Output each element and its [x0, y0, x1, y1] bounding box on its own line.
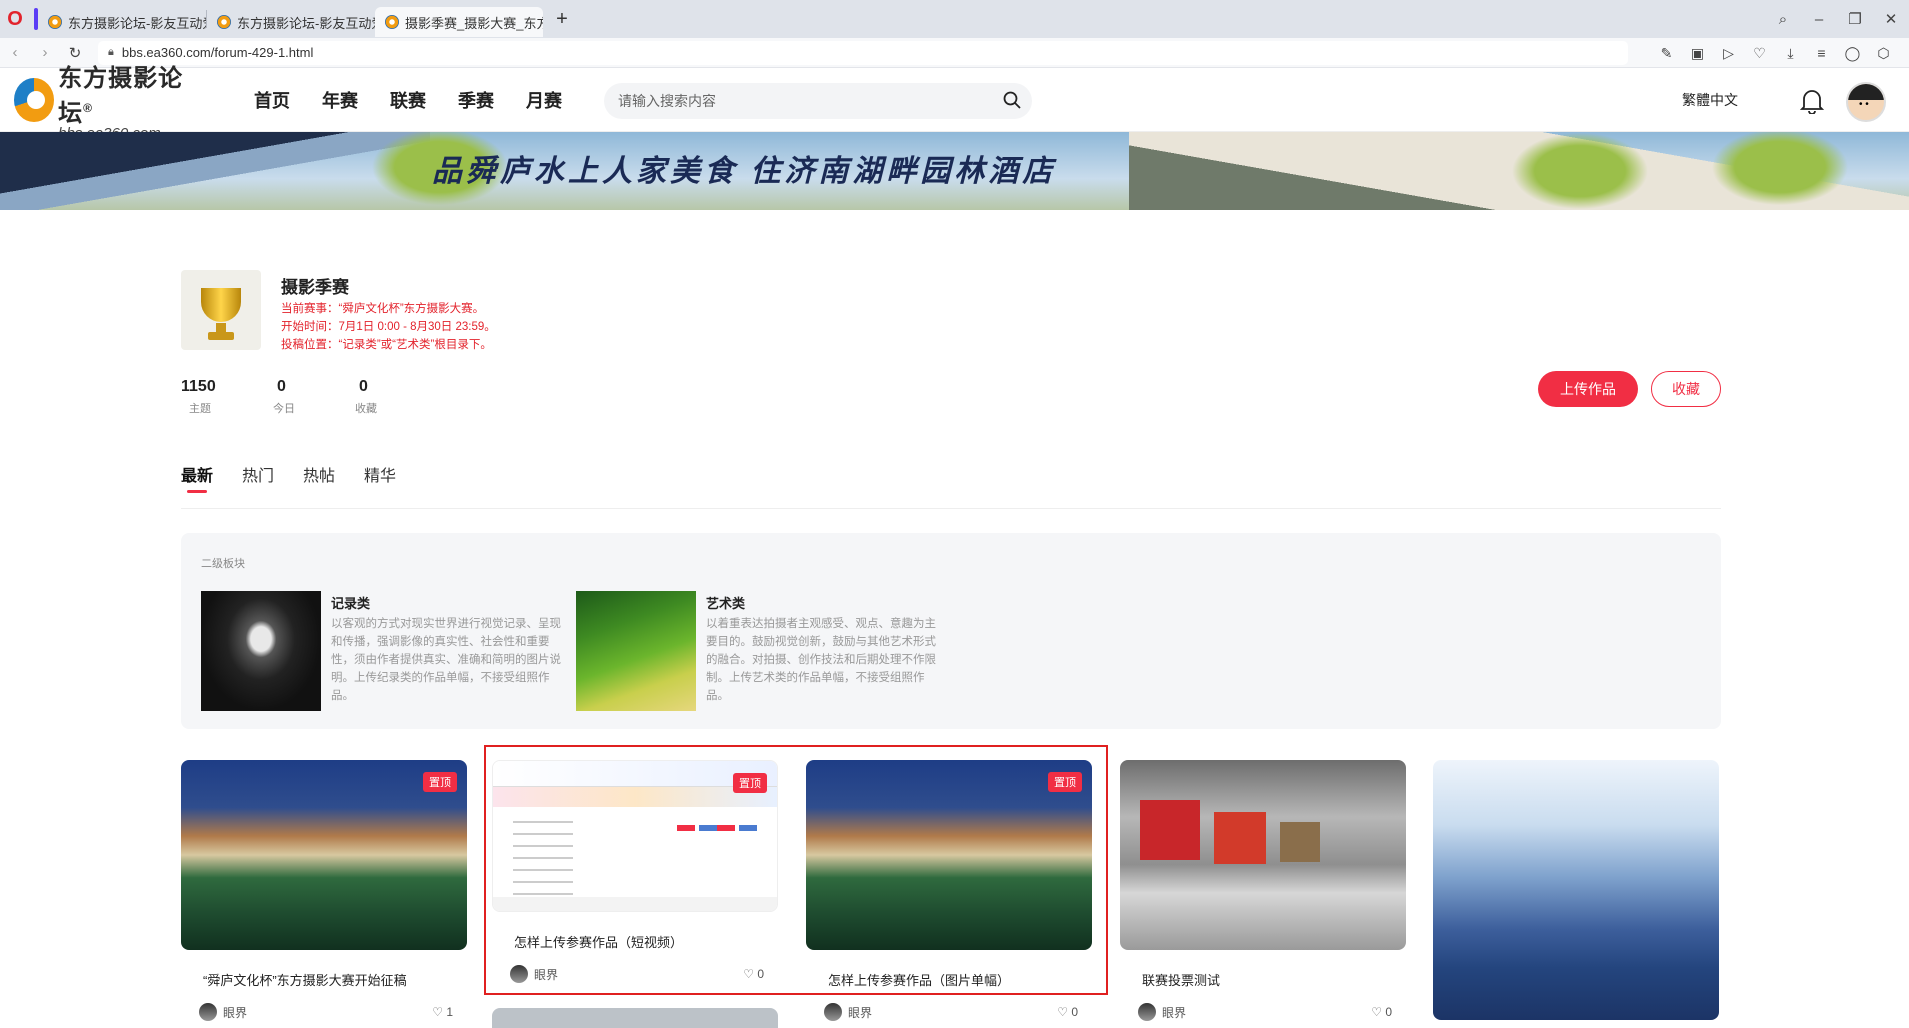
download-icon[interactable]: ⤓ — [1775, 45, 1806, 62]
search-input[interactable]: 请输入搜索内容 — [604, 83, 1032, 119]
like-count[interactable]: ♡ 0 — [1371, 1005, 1392, 1019]
divider — [181, 508, 1721, 509]
like-count[interactable]: ♡ 1 — [432, 1005, 453, 1019]
close-icon[interactable]: ✕ — [1873, 10, 1909, 28]
search-icon[interactable] — [1002, 90, 1022, 110]
sub-board-record[interactable]: 记录类 以客观的方式对现实世界进行视觉记录、呈现和传播，强调影像的真实性、社会性… — [201, 591, 561, 711]
author-name[interactable]: 眼界 — [1162, 1004, 1186, 1021]
browser-tab-bar: O 东方摄影论坛-影友互动爱 东方摄影论坛-影友互动爱 摄影季赛_摄影大赛_东方… — [0, 0, 1909, 38]
highlight-box — [484, 745, 1108, 995]
author-avatar[interactable] — [1138, 1003, 1156, 1021]
post-card[interactable]: 置顶 “舜庐文化杯”东方摄影大赛开始征稿 眼界 ♡ 1 — [181, 760, 467, 1021]
post-image[interactable] — [1433, 760, 1719, 1020]
camera-icon[interactable]: ▣ — [1682, 45, 1713, 62]
search-tabs-icon[interactable]: ⌕ — [1765, 11, 1801, 28]
language-switch[interactable]: 繁體中文 — [1682, 90, 1738, 110]
user-avatar[interactable] — [1846, 82, 1886, 122]
post-card-partial[interactable] — [492, 1008, 778, 1028]
forum-stats: 1150 主题 0 今日 0 收藏 — [181, 378, 427, 416]
extensions-icon[interactable]: ⬡ — [1868, 45, 1899, 62]
upload-button[interactable]: 上传作品 — [1538, 371, 1638, 407]
forum-info: 当前赛事：“舜庐文化杯”东方摄影大赛。 开始时间：7月1日 0:00 - 8月3… — [281, 303, 496, 351]
sub-board-art[interactable]: 艺术类 以着重表达拍摄者主观感受、观点、意趣为主要目的。鼓励视觉创新，鼓励与其他… — [576, 591, 936, 711]
site-favicon-icon — [217, 15, 231, 29]
profile-icon[interactable]: ◯ — [1837, 45, 1868, 62]
minimize-icon[interactable]: – — [1801, 11, 1837, 28]
post-card[interactable]: 联赛投票测试 眼界 ♡ 0 — [1120, 760, 1406, 1021]
bell-icon[interactable] — [1800, 88, 1824, 114]
sort-tabs: 最新 热门 热帖 精华 — [181, 462, 425, 493]
author-avatar[interactable] — [199, 1003, 217, 1021]
nav-monthly[interactable]: 月赛 — [526, 87, 562, 113]
post-card[interactable] — [1433, 760, 1719, 1020]
browser-tab-2[interactable]: 东方摄影论坛-影友互动爱 — [207, 7, 375, 37]
main-nav: 首页 年赛 联赛 季赛 月赛 — [254, 87, 594, 113]
favorite-button[interactable]: 收藏 — [1651, 371, 1721, 407]
sub-board-image[interactable] — [201, 591, 321, 711]
ad-banner[interactable]: 品舜庐水上人家美食 住济南湖畔园林酒店 — [0, 132, 1909, 210]
tab-featured[interactable]: 精华 — [364, 462, 396, 486]
url-field[interactable]: 🔒︎ bbs.ea360.com/forum-429-1.html — [98, 40, 1628, 65]
play-icon[interactable]: ▷ — [1713, 45, 1744, 62]
browser-tab-1[interactable]: 东方摄影论坛-影友互动爱 — [38, 7, 206, 37]
author-name[interactable]: 眼界 — [223, 1004, 247, 1021]
sub-boards-header: 二级板块 — [201, 558, 245, 570]
banner-text: 品舜庐水上人家美食 住济南湖畔园林酒店 — [432, 155, 1057, 188]
stat-today: 0 今日 — [273, 378, 295, 415]
nav-season[interactable]: 季赛 — [458, 87, 494, 113]
pinned-badge: 置顶 — [423, 772, 457, 792]
site-header: 东方摄影论坛® bbs.ea360.com 首页 年赛 联赛 季赛 月赛 请输入… — [0, 65, 1909, 142]
site-logo[interactable]: 东方摄影论坛® bbs.ea360.com — [14, 58, 204, 142]
nav-home[interactable]: 首页 — [254, 87, 290, 113]
site-favicon-icon — [48, 15, 62, 29]
edit-icon[interactable]: ✎ — [1651, 45, 1682, 62]
restore-icon[interactable]: ❐ — [1837, 10, 1873, 28]
tab-latest[interactable]: 最新 — [181, 462, 213, 493]
heart-icon[interactable]: ♡ — [1744, 45, 1775, 62]
sub-boards: 二级板块 记录类 以客观的方式对现实世界进行视觉记录、呈现和传播，强调影像的真实… — [181, 533, 1721, 729]
address-bar-row: ‹ › ↻ 🔒︎ bbs.ea360.com/forum-429-1.html … — [0, 38, 1909, 68]
logo-mark-icon — [14, 77, 55, 122]
stat-favorites: 0 收藏 — [355, 378, 377, 415]
sub-board-image[interactable] — [576, 591, 696, 711]
toolbar-icons: ✎ ▣ ▷ ♡ ⤓ ≡ ◯ ⬡ — [1651, 38, 1899, 68]
post-title[interactable]: “舜庐文化杯”东方摄影大赛开始征稿 — [181, 970, 467, 989]
browser-tab-3[interactable]: 摄影季赛_摄影大赛_东方摄 — [375, 7, 543, 37]
author-avatar[interactable] — [824, 1003, 842, 1021]
opera-logo-icon[interactable]: O — [4, 8, 26, 30]
trophy-icon — [201, 288, 241, 322]
forum-title: 摄影季赛 — [281, 278, 349, 297]
nav-league[interactable]: 联赛 — [390, 87, 426, 113]
tab-hot-posts[interactable]: 热帖 — [303, 462, 335, 486]
post-image[interactable]: 置顶 — [181, 760, 467, 950]
menu-icon[interactable]: ≡ — [1806, 45, 1837, 61]
like-count[interactable]: ♡ 0 — [1057, 1005, 1078, 1019]
post-title[interactable]: 联赛投票测试 — [1120, 970, 1406, 989]
post-image[interactable] — [1120, 760, 1406, 950]
author-name[interactable]: 眼界 — [848, 1004, 872, 1021]
forum-icon — [181, 270, 261, 350]
new-tab-button[interactable]: + — [549, 6, 575, 32]
tab-hot[interactable]: 热门 — [242, 462, 274, 486]
site-favicon-icon — [385, 15, 399, 29]
window-controls: ⌕ – ❐ ✕ — [1765, 0, 1909, 38]
nav-annual[interactable]: 年赛 — [322, 87, 358, 113]
stat-topics: 1150 主题 — [181, 378, 216, 415]
